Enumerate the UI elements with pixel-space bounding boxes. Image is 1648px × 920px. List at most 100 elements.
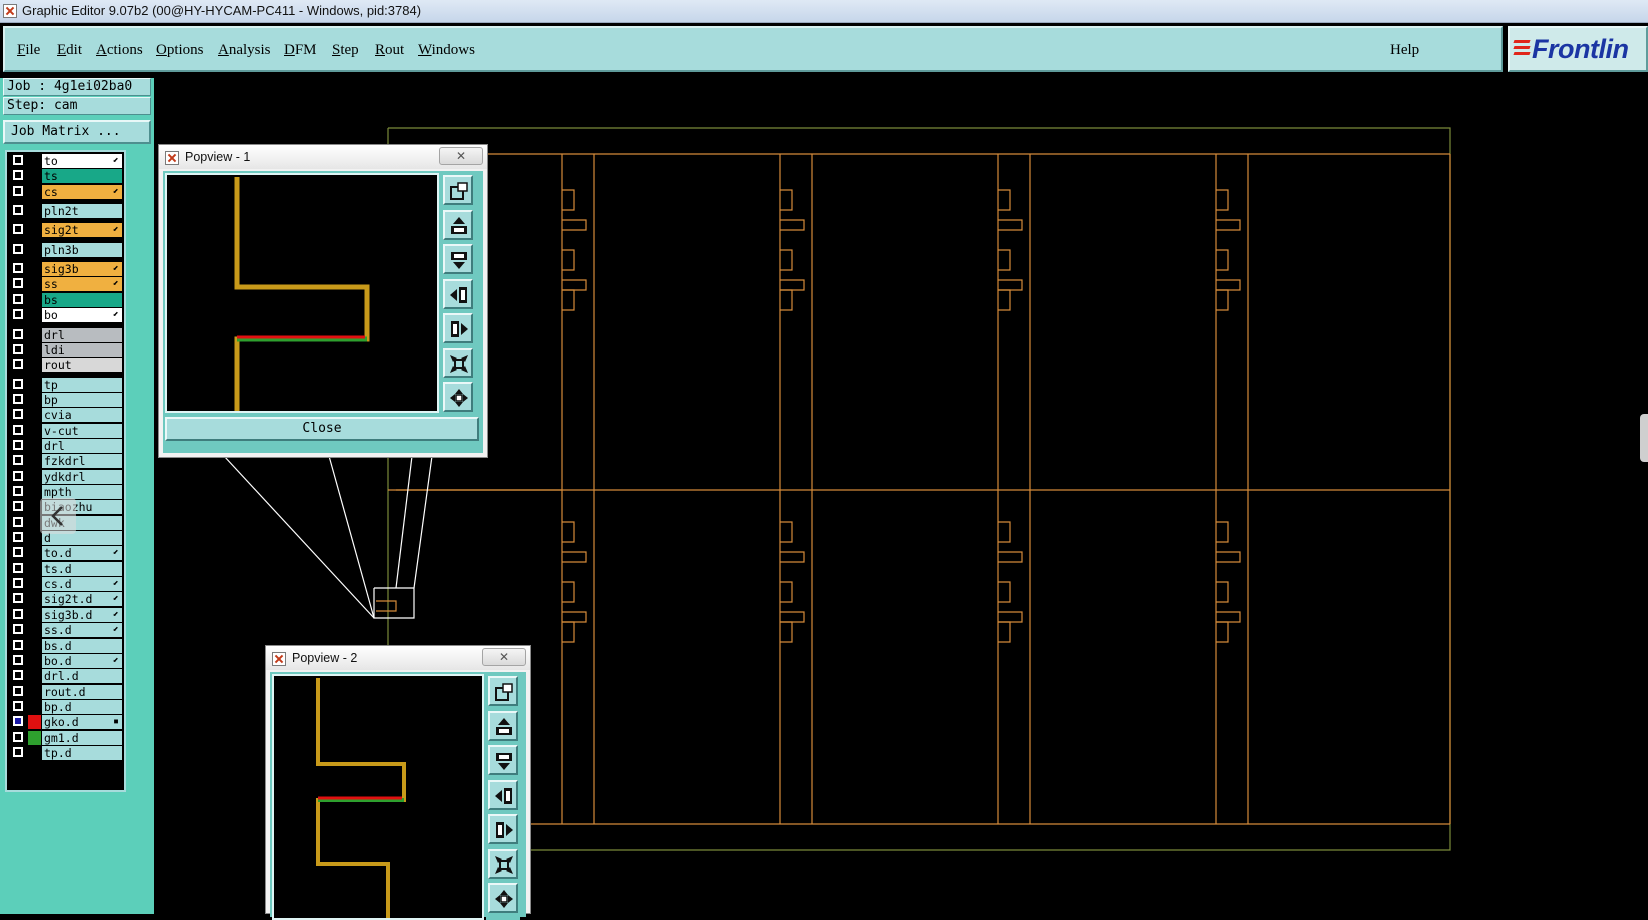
layer-color-swatch[interactable] — [28, 669, 41, 684]
layer-color-swatch[interactable] — [28, 377, 41, 392]
layer-name[interactable]: pln3b — [42, 242, 122, 257]
layer-row-bs[interactable]: bs — [9, 292, 122, 307]
layer-name[interactable]: sig3b ⬋ — [42, 262, 122, 277]
layer-row-ts-d[interactable]: ts.d — [9, 561, 122, 576]
layer-color-swatch[interactable] — [28, 358, 41, 373]
layer-checkbox[interactable] — [13, 343, 23, 354]
layer-row-drl-d[interactable]: drl.d — [9, 669, 122, 684]
zoom-center-button[interactable] — [488, 883, 518, 913]
layer-row-bp[interactable]: bp — [9, 392, 122, 407]
layer-name[interactable]: drl — [42, 327, 122, 342]
pan-right-button[interactable] — [488, 814, 518, 844]
layer-name[interactable]: bp.d — [42, 699, 122, 714]
popview-1-canvas[interactable] — [165, 173, 439, 413]
layer-name[interactable]: drl.d — [42, 669, 122, 684]
layer-name[interactable]: gm1.d — [42, 730, 122, 745]
popview-2-canvas[interactable] — [272, 674, 484, 920]
layer-row-to-d[interactable]: to.d ⬋ — [9, 546, 122, 561]
layer-name[interactable]: rout — [42, 358, 122, 373]
popview-2-titlebar[interactable]: Popview - 2 ✕ — [266, 646, 530, 670]
layer-checkbox[interactable] — [13, 409, 23, 420]
layer-row-tp[interactable]: tp — [9, 377, 122, 392]
popview-1-window[interactable]: Popview - 1 ✕ Close — [158, 144, 488, 458]
menu-options[interactable]: Options — [156, 42, 204, 59]
layer-color-swatch[interactable] — [28, 638, 41, 653]
layer-name[interactable]: ldi — [42, 342, 122, 357]
layer-row-ss-d[interactable]: ss.d ⬋ — [9, 623, 122, 638]
layer-row-drl[interactable]: drl — [9, 327, 122, 342]
layer-row-v-cut[interactable]: v-cut — [9, 423, 122, 438]
popview-2-close-x-button[interactable]: ✕ — [482, 648, 526, 666]
layer-name[interactable]: to.d ⬋ — [42, 546, 122, 561]
layer-name[interactable]: fzkdrl — [42, 454, 122, 469]
popview-2-window[interactable]: Popview - 2 ✕ — [265, 645, 531, 920]
layer-row-bo-d[interactable]: bo.d ⬋ — [9, 653, 122, 668]
menu-actions[interactable]: Actions — [96, 42, 143, 59]
layer-color-swatch[interactable] — [28, 184, 41, 199]
layer-checkbox[interactable] — [13, 439, 23, 450]
scroll-handle[interactable] — [1640, 414, 1648, 462]
layer-checkbox[interactable] — [13, 170, 23, 181]
layer-checkbox[interactable] — [13, 359, 23, 370]
layer-color-swatch[interactable] — [28, 653, 41, 668]
layer-name[interactable]: tp.d — [42, 745, 122, 760]
layer-row-to[interactable]: to ⬋ — [9, 154, 122, 168]
layer-checkbox[interactable] — [13, 532, 23, 543]
layer-row-ts[interactable]: ts — [9, 169, 122, 184]
menu-windows[interactable]: Windows — [418, 42, 475, 59]
layer-color-swatch[interactable] — [28, 485, 41, 499]
layer-checkbox[interactable] — [13, 224, 23, 235]
layer-checkbox[interactable] — [13, 562, 23, 573]
layer-checkbox[interactable] — [13, 608, 23, 619]
zoom-window-button[interactable] — [488, 676, 518, 706]
layer-name[interactable]: ydkdrl — [42, 469, 122, 484]
layer-checkbox[interactable] — [13, 516, 23, 527]
layer-color-swatch[interactable] — [28, 454, 41, 469]
layer-checkbox[interactable] — [13, 501, 23, 512]
layer-row-pln3b[interactable]: pln3b — [9, 242, 122, 257]
layer-color-swatch[interactable] — [28, 423, 41, 438]
layer-row-sig2t-d[interactable]: sig2t.d ⬋ — [9, 592, 122, 607]
layer-checkbox[interactable] — [13, 547, 23, 558]
layer-checkbox[interactable] — [13, 328, 23, 339]
layer-row-rout-d[interactable]: rout.d — [9, 684, 122, 699]
layer-row-cs[interactable]: cs ⬋ — [9, 184, 122, 199]
popview-1-close-x-button[interactable]: ✕ — [439, 147, 483, 165]
layer-checkbox[interactable] — [13, 654, 23, 665]
layer-color-swatch[interactable] — [28, 169, 41, 184]
back-arrow-overlay[interactable] — [40, 498, 76, 534]
layer-checkbox[interactable] — [13, 700, 23, 711]
layer-color-swatch[interactable] — [28, 262, 41, 277]
layer-color-swatch[interactable] — [28, 730, 41, 745]
layer-color-swatch[interactable] — [28, 242, 41, 257]
layer-name[interactable]: pln2t — [42, 204, 122, 219]
menu-edit[interactable]: Edit — [57, 42, 82, 59]
layer-checkbox[interactable] — [13, 205, 23, 216]
layer-color-swatch[interactable] — [28, 684, 41, 699]
layer-checkbox[interactable] — [13, 309, 23, 320]
layer-name[interactable]: sig3b.d ⬋ — [42, 607, 122, 622]
layer-name[interactable]: to ⬋ — [42, 154, 122, 168]
layer-row-bp-d[interactable]: bp.d — [9, 699, 122, 714]
menu-step[interactable]: Step — [332, 42, 359, 59]
layer-color-swatch[interactable] — [28, 469, 41, 484]
layer-name[interactable]: gko.d ▪ — [42, 715, 122, 730]
layer-name[interactable]: bo ⬋ — [42, 308, 122, 323]
menu-help[interactable]: Help — [1390, 42, 1419, 59]
layer-checkbox[interactable] — [13, 243, 23, 254]
layer-row-bo[interactable]: bo ⬋ — [9, 308, 122, 323]
layer-name[interactable]: sig2t ⬋ — [42, 223, 122, 238]
layer-color-swatch[interactable] — [28, 327, 41, 342]
layer-color-swatch[interactable] — [28, 277, 41, 292]
layer-name[interactable]: bp — [42, 392, 122, 407]
layer-checkbox[interactable] — [13, 378, 23, 389]
layer-color-swatch[interactable] — [28, 715, 41, 730]
layer-name[interactable]: tp — [42, 377, 122, 392]
job-matrix-button[interactable]: Job Matrix ... — [3, 120, 151, 144]
layer-color-swatch[interactable] — [28, 623, 41, 638]
zoom-center-button[interactable] — [443, 382, 473, 412]
layer-checkbox[interactable] — [13, 639, 23, 650]
layer-checkbox[interactable] — [13, 578, 23, 589]
layer-checkbox[interactable] — [13, 731, 23, 742]
pan-left-button[interactable] — [488, 779, 518, 810]
